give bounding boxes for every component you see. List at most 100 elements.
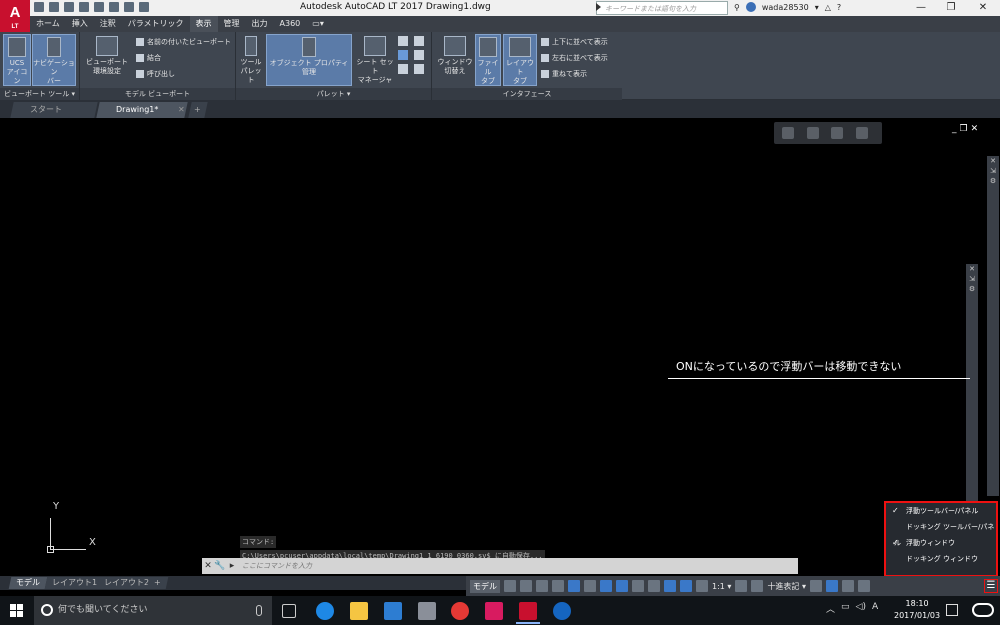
palette-autohide-icon[interactable]: ⇲: [987, 166, 999, 176]
layer-properties-icon[interactable]: [414, 36, 424, 46]
steering-wheel-icon[interactable]: [782, 127, 794, 139]
layout-tabs-button[interactable]: レイアウト タブ: [503, 34, 537, 86]
new-tab-button[interactable]: +: [188, 102, 208, 118]
sheet-set-manager-button[interactable]: シート セット マネージャ: [354, 34, 396, 86]
keyword-search-input[interactable]: キーワードまたは語句を入力: [596, 1, 728, 15]
taskbar-clock[interactable]: 18:10 2017/01/03: [894, 598, 940, 622]
join-viewports-button[interactable]: 結合: [136, 53, 161, 63]
polar-tracking-icon[interactable]: [568, 580, 580, 592]
object-snap-icon[interactable]: [616, 580, 628, 592]
internet-explorer-icon[interactable]: [553, 602, 571, 620]
tab-output[interactable]: 出力: [246, 16, 274, 32]
new-file-icon[interactable]: [34, 2, 44, 12]
help-icon[interactable]: ?: [837, 3, 841, 12]
tool-palettes-button[interactable]: ツール パレット: [238, 34, 264, 86]
microphone-icon[interactable]: [256, 605, 262, 616]
markup-icon[interactable]: [414, 50, 424, 60]
tray-expand-icon[interactable]: ︿: [826, 602, 835, 615]
new-layout-button[interactable]: +: [146, 577, 168, 589]
floating-palette-autohide-icon[interactable]: ⇲: [966, 274, 978, 284]
annotation-monitor-icon[interactable]: [751, 580, 764, 592]
redo-icon[interactable]: [124, 2, 134, 12]
model-space-button[interactable]: モデル: [470, 579, 500, 593]
content-browser-icon[interactable]: [414, 64, 424, 74]
exchange-apps-icon[interactable]: △: [825, 3, 831, 12]
tab-parametric[interactable]: パラメトリック: [122, 16, 190, 32]
chrome-icon[interactable]: [451, 602, 469, 620]
restore-button[interactable]: ❐: [936, 0, 966, 16]
viewport-config-button[interactable]: ビューポート 環境設定: [84, 34, 130, 86]
orbit-icon[interactable]: [855, 127, 868, 139]
layout-tab-layout1[interactable]: レイアウト1: [44, 577, 105, 589]
tile-vertical-button[interactable]: 左右に並べて表示: [541, 53, 608, 63]
close-tab-icon[interactable]: ✕: [178, 102, 185, 118]
ime-indicator[interactable]: A: [872, 602, 878, 615]
palette-properties-icon[interactable]: ⚙: [987, 176, 999, 186]
tab-a360[interactable]: A360: [274, 16, 307, 32]
tab-insert[interactable]: 挿入: [66, 16, 94, 32]
volume-icon[interactable]: ◁): [856, 602, 866, 615]
floating-palette-close-icon[interactable]: ✕: [966, 264, 978, 274]
customization-menu-icon[interactable]: ☰: [984, 579, 998, 593]
command-line-close-icon[interactable]: ✕: [202, 561, 214, 571]
edge-icon[interactable]: [316, 602, 334, 620]
viewport-close-icon[interactable]: ✕: [971, 124, 982, 134]
action-center-icon[interactable]: [946, 604, 958, 616]
isolate-objects-icon[interactable]: [842, 580, 854, 592]
file-explorer-icon[interactable]: [350, 602, 368, 620]
panel-title-viewport-tools[interactable]: ビューポート ツール ▾: [0, 88, 79, 100]
layout-tab-model[interactable]: モデル: [8, 577, 48, 589]
save-as-icon[interactable]: [79, 2, 89, 12]
isodraft-icon[interactable]: [584, 580, 596, 592]
file-tab-start[interactable]: スタート: [10, 102, 98, 118]
application-menu-button[interactable]: A LT: [0, 0, 30, 32]
annotation-visibility-icon[interactable]: [664, 580, 676, 592]
save-icon[interactable]: [64, 2, 74, 12]
lock-floating-windows-item[interactable]: ✓ 浮動ウィンドウ: [886, 535, 996, 551]
media-player-icon[interactable]: [418, 602, 436, 620]
autocad-taskbar-icon[interactable]: [519, 602, 537, 620]
binoculars-icon[interactable]: ⚲: [734, 3, 740, 12]
user-dropdown-icon[interactable]: ▾: [815, 3, 819, 12]
lock-docked-toolbars-item[interactable]: ドッキング ツールバー/パネル: [886, 519, 996, 547]
external-references-icon[interactable]: [398, 64, 408, 74]
tab-annotate[interactable]: 注釈: [94, 16, 122, 32]
design-center-icon[interactable]: [398, 36, 408, 46]
pan-icon[interactable]: [806, 127, 819, 139]
user-icon[interactable]: [745, 2, 756, 12]
viewport-minimize-icon[interactable]: _: [952, 124, 960, 134]
cascade-button[interactable]: 重ねて表示: [541, 69, 587, 79]
quick-properties-icon[interactable]: [810, 580, 822, 592]
ribbon-minimize-toggle[interactable]: ▭▾: [306, 16, 330, 32]
network-icon[interactable]: ▭: [841, 602, 850, 615]
tab-manage[interactable]: 管理: [218, 16, 246, 32]
task-view-icon[interactable]: [282, 604, 296, 618]
floating-palette-strip[interactable]: ✕ ⇲ ⚙: [966, 264, 978, 504]
hubapp-icon[interactable]: [485, 602, 503, 620]
minimize-button[interactable]: —: [906, 0, 936, 16]
qat-dropdown-icon[interactable]: [139, 2, 149, 12]
viewport-restore-icon[interactable]: ❐: [960, 124, 971, 134]
transparency-icon[interactable]: [648, 580, 660, 592]
ortho-icon[interactable]: [552, 580, 564, 592]
switch-windows-button[interactable]: ウィンドウ 切替え: [436, 34, 474, 86]
drawing-area[interactable]: _❐✕ ✕ ⇲ ⚙ ✕ ⇲ ⚙ ONになっているので浮動バーは移動できない Y …: [0, 118, 1000, 577]
windows-start-icon[interactable]: [10, 604, 24, 618]
ucs-icon-button[interactable]: UCS アイコン: [3, 34, 31, 86]
palette-close-icon[interactable]: ✕: [987, 156, 999, 166]
properties-button[interactable]: オブジェクト プロパティ管理: [266, 34, 352, 86]
navigation-bar-button[interactable]: ナビゲーション バー: [32, 34, 76, 86]
cortana-search-box[interactable]: 何でも聞いてください: [34, 596, 272, 625]
command-input[interactable]: [238, 559, 798, 573]
annotation-scale-icon[interactable]: [696, 580, 708, 592]
docked-palette-strip[interactable]: ✕ ⇲ ⚙: [987, 156, 999, 496]
search-expand-icon[interactable]: [596, 3, 601, 11]
restore-viewports-button[interactable]: 呼び出し: [136, 69, 175, 79]
auto-scale-icon[interactable]: [680, 580, 692, 592]
annotation-scale-value[interactable]: 1:1 ▾: [712, 582, 731, 591]
command-prompt-icon[interactable]: ▸: [226, 561, 238, 571]
units-selector[interactable]: 十進表記 ▾: [767, 581, 806, 592]
store-icon[interactable]: [384, 602, 402, 620]
lock-ui-icon[interactable]: [826, 580, 838, 592]
clean-screen-icon[interactable]: [858, 580, 870, 592]
